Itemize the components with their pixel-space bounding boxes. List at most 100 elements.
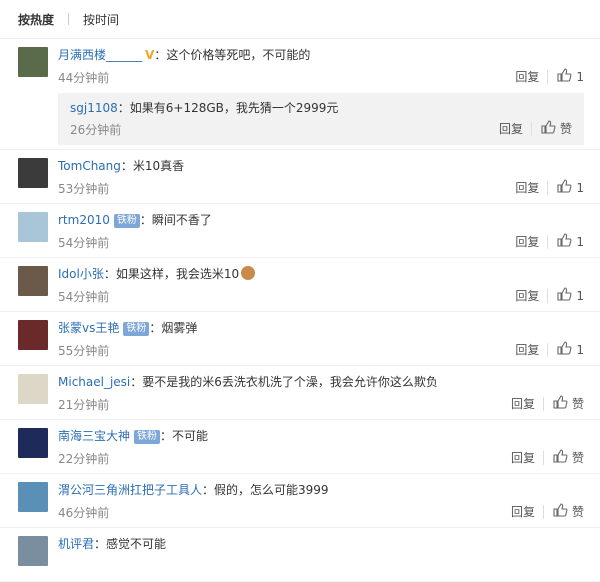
reply-actions: 回复 赞 xyxy=(499,119,572,138)
reply-button[interactable]: 回复 xyxy=(515,287,539,304)
user-name[interactable]: 月满西楼______ xyxy=(58,48,142,62)
colon: ： xyxy=(103,267,116,281)
thumbs-up-icon xyxy=(556,340,576,359)
avatar[interactable] xyxy=(18,374,48,404)
vip-badge: V xyxy=(145,48,155,62)
colon: ： xyxy=(139,213,152,227)
like-count: 1 xyxy=(576,234,584,249)
comment-line: 张蒙vs王艳 铁粉 ：烟雾弹 xyxy=(58,319,197,336)
like-count: 赞 xyxy=(571,505,584,519)
comment-item: Idol小张：如果这样，我会选米10 54分钟前 回复 1 xyxy=(0,258,600,312)
like-button[interactable]: 1 xyxy=(556,232,584,251)
colon: ： xyxy=(149,321,162,335)
comment-with-reply: 月满西楼______ V：这个价格等死吧，不可能的 44分钟前 回复 1 sgj1… xyxy=(0,39,600,150)
tab-divider xyxy=(68,13,70,25)
comment-line: rtm2010 铁粉 ：瞬间不香了 xyxy=(58,211,212,228)
action-divider xyxy=(547,180,549,195)
reply-button[interactable]: 回复 xyxy=(511,449,535,466)
avatar[interactable] xyxy=(18,536,48,566)
action-divider xyxy=(542,450,544,465)
comment-line: Michael_jesi：要不是我的米6丢洗衣机洗了个澡，我会允许你这么欺负 xyxy=(58,373,438,390)
comment-item: 机评君：感觉不可能 xyxy=(0,528,600,582)
action-divider xyxy=(547,234,549,249)
avatar[interactable] xyxy=(18,320,48,350)
comment-actions: 回复 1 xyxy=(515,178,584,197)
comment-time: 21分钟前 xyxy=(58,398,110,412)
colon: ： xyxy=(130,375,143,389)
action-divider xyxy=(547,342,549,357)
sub-reply: sgj1108：如果有6+128GB，我先猜一个2999元 26分钟前 回复 赞 xyxy=(58,93,584,145)
action-divider xyxy=(530,121,532,136)
like-button[interactable]: 赞 xyxy=(552,448,584,467)
comment-item: TomChang：米10真香 53分钟前 回复 1 xyxy=(0,150,600,204)
comment-text: 不可能 xyxy=(172,429,209,443)
thumbs-up-icon xyxy=(556,286,576,305)
reply-button[interactable]: 回复 xyxy=(515,179,539,196)
like-button[interactable]: 1 xyxy=(556,178,584,197)
user-name[interactable]: 机评君 xyxy=(58,537,94,551)
reply-text: 如果有6+128GB，我先猜一个2999元 xyxy=(129,101,339,115)
thumbs-up-icon xyxy=(552,448,572,467)
comment-time: 22分钟前 xyxy=(58,452,110,466)
fan-badge: 铁粉 xyxy=(134,430,161,444)
like-button[interactable]: 1 xyxy=(556,340,584,359)
comment-line: Idol小张：如果这样，我会选米10 xyxy=(58,265,256,282)
comment-list: 月满西楼______ V：这个价格等死吧，不可能的 44分钟前 回复 1 sgj1… xyxy=(0,39,600,582)
comment-item: 渭公河三角洲扛把子工具人：假的，怎么可能3999 46分钟前 回复 赞 xyxy=(0,474,600,528)
like-button[interactable]: 赞 xyxy=(552,394,584,413)
reply-button[interactable]: 回复 xyxy=(511,503,535,520)
fan-badge: 铁粉 xyxy=(123,322,150,336)
action-divider xyxy=(547,288,549,303)
reply-button[interactable]: 回复 xyxy=(515,68,539,85)
comment-actions: 回复 赞 xyxy=(511,448,584,467)
comment-text: 假的，怎么可能3999 xyxy=(214,483,329,497)
colon: ： xyxy=(160,429,173,443)
avatar[interactable] xyxy=(18,158,48,188)
user-name[interactable]: 南海三宝大神 xyxy=(58,429,130,443)
comment-line: 月满西楼______ V：这个价格等死吧，不可能的 xyxy=(58,46,310,63)
like-button[interactable]: 赞 xyxy=(540,119,572,138)
emoji-icon xyxy=(241,266,256,280)
user-name[interactable]: sgj1108 xyxy=(70,101,118,115)
user-name[interactable]: rtm2010 xyxy=(58,213,110,227)
comment-time: 46分钟前 xyxy=(58,506,110,520)
user-name[interactable]: 张蒙vs王艳 xyxy=(58,321,119,335)
like-button[interactable]: 赞 xyxy=(552,502,584,521)
avatar[interactable] xyxy=(18,428,48,458)
tab-by-hot[interactable]: 按热度 xyxy=(18,11,54,28)
like-button[interactable]: 1 xyxy=(556,286,584,305)
user-name[interactable]: Idol小张 xyxy=(58,267,104,281)
comment-time: 44分钟前 xyxy=(58,71,110,85)
comment-text: 瞬间不香了 xyxy=(151,213,212,227)
comment-text: 感觉不可能 xyxy=(106,537,167,551)
thumbs-up-icon xyxy=(556,178,576,197)
reply-line: sgj1108：如果有6+128GB，我先猜一个2999元 xyxy=(70,99,338,116)
reply-button[interactable]: 回复 xyxy=(499,120,523,137)
like-button[interactable]: 1 xyxy=(556,67,584,86)
thumbs-up-icon xyxy=(556,67,576,86)
reply-button[interactable]: 回复 xyxy=(511,395,535,412)
like-count: 1 xyxy=(576,288,584,303)
user-name[interactable]: TomChang xyxy=(58,159,121,173)
like-count: 1 xyxy=(576,342,584,357)
comment-time: 53分钟前 xyxy=(58,182,110,196)
user-name[interactable]: 渭公河三角洲扛把子工具人 xyxy=(58,483,202,497)
like-count: 赞 xyxy=(571,451,584,465)
like-label: 赞 xyxy=(559,122,572,136)
comment-line: 渭公河三角洲扛把子工具人：假的，怎么可能3999 xyxy=(58,481,329,498)
avatar[interactable] xyxy=(18,47,48,77)
colon: ： xyxy=(117,101,130,115)
reply-button[interactable]: 回复 xyxy=(515,341,539,358)
avatar[interactable] xyxy=(18,212,48,242)
avatar[interactable] xyxy=(18,482,48,512)
tab-by-time[interactable]: 按时间 xyxy=(83,11,119,28)
comment-text: 这个价格等死吧，不可能的 xyxy=(166,48,311,62)
thumbs-up-icon xyxy=(552,502,572,521)
colon: ： xyxy=(154,48,167,62)
user-name[interactable]: Michael_jesi xyxy=(58,375,130,389)
reply-button[interactable]: 回复 xyxy=(515,233,539,250)
comment-text: 烟雾弹 xyxy=(161,321,198,335)
like-count: 赞 xyxy=(571,397,584,411)
comment-item: rtm2010 铁粉 ：瞬间不香了 54分钟前 回复 1 xyxy=(0,204,600,258)
avatar[interactable] xyxy=(18,266,48,296)
